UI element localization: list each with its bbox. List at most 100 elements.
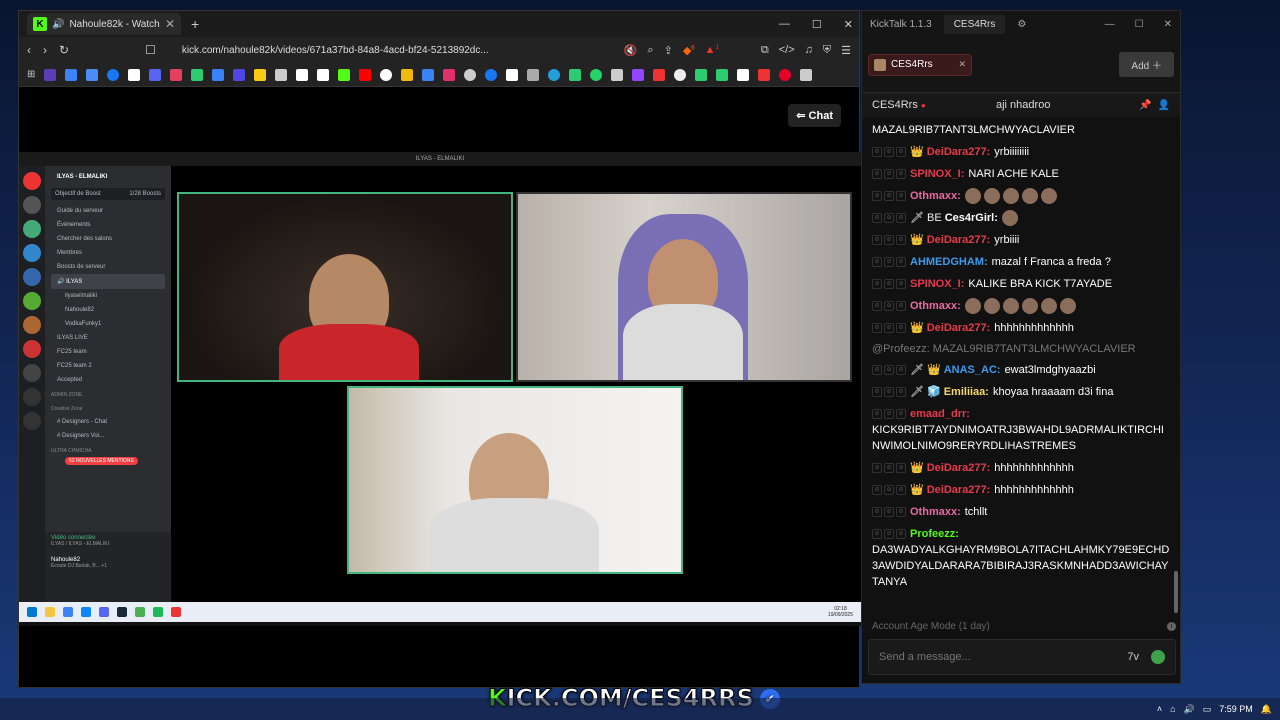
emote-icon[interactable] <box>983 188 1000 204</box>
server-icon[interactable] <box>23 196 41 214</box>
reload-icon[interactable]: ↻ <box>59 43 69 57</box>
bookmark-icon[interactable] <box>653 68 666 81</box>
server-icon[interactable] <box>23 292 41 310</box>
channel-item[interactable]: Guide du serveur <box>51 204 165 218</box>
chat-username[interactable]: DeiDara277: <box>927 232 991 248</box>
close-window-icon[interactable]: ✕ <box>1164 19 1172 30</box>
timeout-icon[interactable]: ⊘ <box>884 169 894 179</box>
emote-icon[interactable] <box>1002 298 1019 314</box>
minimize-icon[interactable]: — <box>1105 19 1115 30</box>
emote-icon[interactable] <box>983 298 1000 314</box>
bookmark-icon[interactable] <box>317 68 330 81</box>
chat-scrollbar[interactable] <box>1174 571 1178 613</box>
close-window-icon[interactable]: ✕ <box>844 18 853 31</box>
minimize-icon[interactable]: — <box>779 18 790 30</box>
info-icon[interactable]: i <box>1167 621 1176 631</box>
ban-icon[interactable]: ⊘ <box>872 387 882 397</box>
delete-icon[interactable]: ⊘ <box>896 387 906 397</box>
ban-icon[interactable]: ⊘ <box>872 485 882 495</box>
chat-username[interactable]: Profeezz: <box>910 526 959 542</box>
server-icon[interactable] <box>23 268 41 286</box>
chat-message[interactable]: ⊘ ⊘ ⊘ 👑 DeiDara277: hhhhhhhhhhhhh <box>872 457 1170 479</box>
ban-icon[interactable]: ⊘ <box>872 323 882 333</box>
delete-icon[interactable]: ⊘ <box>896 409 906 419</box>
settings-icon[interactable]: ⚙ <box>1017 19 1026 30</box>
chat-username[interactable]: Ces4rGirl: <box>945 210 998 226</box>
speaker-icon[interactable]: 🔊 <box>52 19 64 30</box>
chevron-up-icon[interactable]: ˄ <box>1157 704 1162 714</box>
ban-icon[interactable]: ⊘ <box>872 365 882 375</box>
webcam-tile[interactable] <box>177 192 513 382</box>
bookmark-icon[interactable] <box>758 68 771 81</box>
chat-message[interactable]: ⊘ ⊘ ⊘ 🗡 🧊 Emiliiaa: khoyaa hraaaam d3i fina <box>872 381 1170 403</box>
channel-item[interactable]: FC25 team <box>51 345 165 359</box>
chat-message[interactable]: ⊘ ⊘ ⊘ 👑 DeiDara277: yrbiiiiiiii <box>872 141 1170 163</box>
chat-username[interactable]: AHMEDGHAM: <box>910 254 988 270</box>
chat-message[interactable]: ⊘ ⊘ ⊘ 👑 DeiDara277: yrbiiii <box>872 229 1170 251</box>
bookmark-icon[interactable] <box>569 68 582 81</box>
timeout-icon[interactable]: ⊘ <box>884 191 894 201</box>
ban-icon[interactable]: ⊘ <box>872 147 882 157</box>
taskbar-clock[interactable]: 7:59 PM <box>1219 704 1253 714</box>
bookmark-icon[interactable] <box>191 68 204 81</box>
stream-frame[interactable]: ILYAS - ELMALIKI ILYAS - ELMALIKI Object… <box>19 152 861 626</box>
chat-message[interactable]: ⊘ ⊘ ⊘ Othmaxx: tchllt <box>872 501 1170 523</box>
back-icon[interactable]: ‹ <box>27 43 31 57</box>
bookmark-icon[interactable] <box>233 68 246 81</box>
emote-icon[interactable] <box>1040 188 1057 204</box>
bookmark-icon[interactable] <box>212 68 225 81</box>
chat-username[interactable]: ANAS_AC: <box>944 362 1001 378</box>
emote-icon[interactable] <box>1021 298 1038 314</box>
voice-user[interactable]: VodkaFunky1 <box>51 317 165 331</box>
voice-user[interactable]: ilyaselmaliki <box>51 289 165 303</box>
instagram-icon[interactable] <box>443 68 456 81</box>
delete-icon[interactable]: ⊘ <box>896 463 906 473</box>
boost-goal[interactable]: Objectif de Boost 1/28 Boosts <box>51 188 165 200</box>
delete-icon[interactable]: ⊘ <box>896 147 906 157</box>
bookmark-icon[interactable] <box>128 68 141 81</box>
chat-message-continuation[interactable]: MAZAL9RIB7TANT3LMCHWYACLAVIER <box>872 119 1170 141</box>
bookmark-icon[interactable] <box>611 68 624 81</box>
chat-username[interactable]: SPINOX_I: <box>910 276 964 292</box>
bookmark-icon[interactable] <box>65 68 78 81</box>
seventv-icon[interactable]: 7v <box>1127 651 1139 663</box>
chat-message[interactable]: ⊘ ⊘ ⊘ SPINOX_I: KALIKE BRA KICK T7AYADE <box>872 273 1170 295</box>
google-icon[interactable] <box>380 68 393 81</box>
user-icon[interactable]: 👤 <box>1158 100 1170 111</box>
music-icon[interactable]: ♫ <box>805 44 813 57</box>
ban-icon[interactable]: ⊘ <box>872 257 882 267</box>
apps-grid-icon[interactable]: ⊞ <box>27 69 35 80</box>
emote-icon[interactable] <box>1059 298 1076 314</box>
new-tab-icon[interactable]: + <box>191 16 199 32</box>
timeout-icon[interactable]: ⊘ <box>884 507 894 517</box>
delete-icon[interactable]: ⊘ <box>896 213 906 223</box>
delete-icon[interactable]: ⊘ <box>896 301 906 311</box>
facebook-icon[interactable] <box>485 68 498 81</box>
battery-icon[interactable]: ▭ <box>1203 704 1212 715</box>
browser-tab[interactable]: K 🔊 Nahoule82k - Watch the VOD ✕ <box>27 13 181 35</box>
chat-message[interactable]: ⊘ ⊘ ⊘ Othmaxx: <box>872 295 1170 317</box>
server-icon[interactable] <box>23 340 41 358</box>
section-header[interactable]: ADMIN ZONE <box>51 387 165 401</box>
channel-item[interactable]: Boosts de serveur <box>51 260 165 274</box>
timeout-icon[interactable]: ⊘ <box>884 301 894 311</box>
extensions-icon[interactable]: ⧉ <box>761 44 769 57</box>
chat-username[interactable]: Othmaxx: <box>910 298 961 314</box>
youtube-icon[interactable] <box>359 68 372 81</box>
bookmark-icon[interactable] <box>149 68 162 81</box>
add-server-icon[interactable] <box>23 388 41 406</box>
channel-item[interactable]: # Designers - Chat <box>51 415 165 429</box>
bookmark-icon[interactable] <box>674 68 687 81</box>
timeout-icon[interactable]: ⊘ <box>884 147 894 157</box>
channel-item[interactable]: Chercher des salons <box>51 232 165 246</box>
telegram-icon[interactable] <box>548 68 561 81</box>
timeout-icon[interactable]: ⊘ <box>884 235 894 245</box>
delete-icon[interactable]: ⊘ <box>896 365 906 375</box>
emote-picker-icon[interactable] <box>1151 650 1165 664</box>
delete-icon[interactable]: ⊘ <box>896 279 906 289</box>
maximize-icon[interactable]: ☐ <box>1135 19 1144 30</box>
webcam-tile[interactable] <box>347 386 683 574</box>
ban-icon[interactable]: ⊘ <box>872 191 882 201</box>
chat-message[interactable]: ⊘ ⊘ ⊘ 👑 DeiDara277: hhhhhhhhhhhhh <box>872 317 1170 339</box>
timeout-icon[interactable]: ⊘ <box>884 213 894 223</box>
